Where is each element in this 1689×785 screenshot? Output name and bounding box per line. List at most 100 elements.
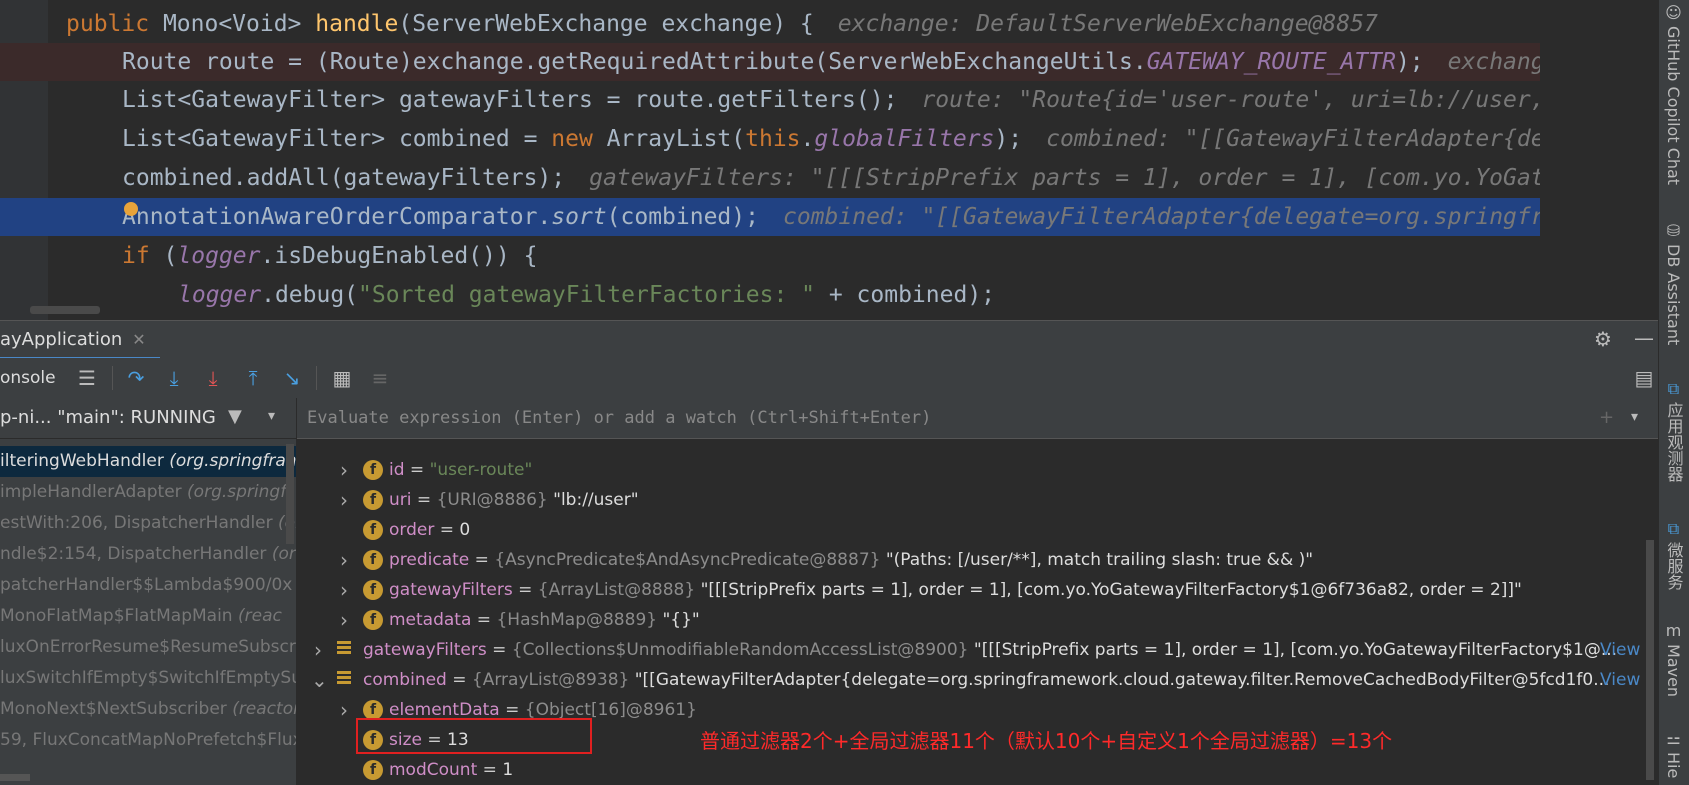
variable-row[interactable]: › gatewayFilters = {Collections$Unmodifia…: [297, 635, 1658, 665]
code-line[interactable]: logger.debug("Sorted gatewayFilterFactor…: [0, 276, 1540, 314]
run-to-cursor-icon[interactable]: ↘: [280, 366, 304, 390]
code-line[interactable]: Route route = (Route)exchange.getRequire…: [0, 43, 1540, 81]
gear-icon[interactable]: ⚙: [1594, 327, 1612, 351]
code-token: .: [800, 126, 815, 152]
inline-debug-value: exchange: DefaultServerWebExchange@8857: [837, 11, 1378, 37]
variable-type: {Collections$UnmodifiableRandomAccessLis…: [511, 640, 969, 660]
step-over-icon[interactable]: ↷: [124, 366, 148, 390]
code-token: ArrayList(: [606, 126, 746, 152]
frames-panel: p-ni... "main": RUNNING ▼ ▾ ilteringWebH…: [0, 398, 297, 785]
tool-tab-copilot[interactable]: ☺ GitHub Copilot Chat: [1658, 3, 1689, 186]
copilot-icon: ☺: [1665, 3, 1682, 22]
variable-type: {AsyncPredicate$AndAsyncPredicate@8887}: [494, 550, 881, 570]
step-into-icon[interactable]: ⤓: [162, 366, 186, 390]
tab-application[interactable]: ayApplication ✕: [0, 321, 160, 360]
code-line[interactable]: if (logger.isDebugEnabled()) {: [0, 237, 1540, 275]
tool-tab-maven[interactable]: m Maven: [1658, 621, 1689, 698]
force-step-into-icon[interactable]: ⤓: [201, 366, 225, 390]
minimize-icon[interactable]: —: [1634, 326, 1654, 350]
tab-console[interactable]: onsole: [0, 358, 56, 398]
tool-tab-app-observer[interactable]: ⧉ 应用观测器: [1658, 380, 1689, 483]
variables-scrollbar[interactable]: [1646, 540, 1654, 780]
inline-debug-value: combined: "[[GatewayFilterAdapter{delega…: [1046, 126, 1540, 152]
code-line[interactable]: public Mono<Void> handle(ServerWebExchan…: [0, 5, 1540, 43]
frames-scrollbar[interactable]: [286, 444, 294, 544]
trace-stream-icon[interactable]: ≡: [368, 366, 392, 390]
code-token: AnnotationAwareOrderComparator.: [122, 204, 552, 230]
step-out-icon[interactable]: ⤒: [241, 366, 265, 390]
code-token: );: [994, 126, 1023, 152]
list-variable-icon: [337, 641, 351, 658]
variable-value: "{}": [662, 610, 700, 630]
variable-row[interactable]: ⌄ combined = {ArrayList@8938} "[[GatewayF…: [297, 665, 1658, 695]
inline-debug-value: route: "Route{id='user-route', uri=lb://…: [921, 87, 1540, 113]
code-token: logger: [177, 243, 261, 269]
filter-icon[interactable]: ▼: [228, 406, 242, 427]
variable-row[interactable]: f modCount = 1: [297, 755, 1658, 785]
code-token: handle: [315, 11, 399, 37]
variable-row[interactable]: › f metadata = {HashMap@8889} "{}": [297, 605, 1658, 635]
variable-name: modCount: [389, 760, 478, 780]
layout-icon[interactable]: ☰: [75, 366, 99, 390]
code-token: );: [1395, 49, 1424, 75]
code-token: + combined);: [815, 282, 996, 308]
stack-frame[interactable]: ndle$2:154, DispatcherHandler (org: [0, 539, 296, 570]
code-token: if: [122, 243, 164, 269]
stack-frame[interactable]: MonoNext$NextSubscriber (reactor: [0, 694, 296, 725]
chevron-right-icon[interactable]: ›: [337, 575, 351, 605]
frames-horizontal-scrollbar[interactable]: [0, 774, 30, 781]
stack-frame[interactable]: ilteringWebHandler (org.springfran: [0, 446, 296, 477]
variable-row[interactable]: › f uri = {URI@8886} "lb://user": [297, 485, 1658, 515]
watch-history-icon[interactable]: ▾: [1631, 409, 1638, 425]
variable-row[interactable]: › f predicate = {AsyncPredicate$AndAsyncPr…: [297, 545, 1658, 575]
stack-frame[interactable]: 59, FluxConcatMapNoPrefetch$Flux: [0, 725, 296, 756]
editor-horizontal-scrollbar[interactable]: [30, 306, 100, 314]
chevron-right-icon[interactable]: ›: [337, 605, 351, 635]
stack-frame[interactable]: impleHandlerAdapter (org.springfr: [0, 477, 296, 508]
chevron-right-icon[interactable]: ›: [337, 485, 351, 515]
list-variable-icon: [337, 671, 351, 688]
code-line[interactable]: combined.addAll(gatewayFilters); gatewayF…: [0, 159, 1540, 197]
hierarchy-icon: ⚍: [1666, 729, 1681, 748]
tool-tab-db-assistant[interactable]: ⛁ DB Assistant: [1658, 222, 1689, 346]
variable-type: {ArrayList@8938}: [471, 670, 630, 690]
close-icon[interactable]: ✕: [132, 330, 145, 349]
watch-expression-input[interactable]: [307, 404, 1587, 432]
chevron-right-icon[interactable]: ›: [337, 695, 351, 725]
view-link[interactable]: View: [1600, 635, 1640, 665]
variable-row[interactable]: f order = 0: [297, 515, 1658, 545]
tool-tab-microservice[interactable]: ⧉ 微服务: [1658, 519, 1689, 591]
field-icon: f: [363, 460, 383, 480]
stack-frame[interactable]: luxOnErrorResume$ResumeSubscr: [0, 632, 296, 663]
stack-frame[interactable]: luxSwitchIfEmpty$SwitchIfEmptySu: [0, 663, 296, 694]
chevron-right-icon[interactable]: ›: [337, 545, 351, 575]
stack-frame[interactable]: estWith:206, DispatcherHandler (or: [0, 508, 296, 539]
maven-icon: m: [1665, 621, 1682, 640]
stack-frame[interactable]: patcherHandler$$Lambda$900/0x: [0, 570, 296, 601]
chevron-right-icon[interactable]: ›: [311, 635, 325, 665]
stack-frame[interactable]: MonoFlatMap$FlatMapMain (reac: [0, 601, 296, 632]
layout-settings-icon[interactable]: ▤: [1632, 366, 1656, 390]
code-line[interactable]: List<GatewayFilter> gatewayFilters = rou…: [0, 81, 1540, 119]
code-token: logger: [178, 282, 262, 308]
breakpoint-icon[interactable]: [124, 202, 138, 216]
chevron-right-icon[interactable]: ›: [337, 455, 351, 485]
variable-row[interactable]: › f gatewayFilters = {ArrayList@8888} "[[[…: [297, 575, 1658, 605]
evaluate-expression-icon[interactable]: ▦: [330, 366, 354, 390]
chevron-down-icon[interactable]: ▾: [268, 408, 275, 424]
thread-selector[interactable]: p-ni... "main": RUNNING ▼ ▾: [0, 398, 296, 439]
variable-type: {URI@8886}: [436, 490, 548, 510]
code-editor[interactable]: public Mono<Void> handle(ServerWebExchan…: [0, 0, 1540, 320]
chevron-down-icon[interactable]: ⌄: [311, 665, 328, 695]
view-link[interactable]: View: [1600, 665, 1640, 695]
stack-frame-name: MonoFlatMap$FlatMapMain: [0, 606, 233, 626]
code-line[interactable]: List<GatewayFilter> combined = new Array…: [0, 120, 1540, 158]
variable-type: {ArrayList@8888}: [537, 580, 696, 600]
variable-row[interactable]: › f id = "user-route": [297, 455, 1658, 485]
code-line[interactable]: AnnotationAwareOrderComparator.sort(comb…: [0, 198, 1540, 236]
microservice-icon: ⧉: [1667, 519, 1680, 538]
tool-tab-hierarchy[interactable]: ⚍ Hie: [1658, 729, 1689, 779]
variable-name: combined: [363, 670, 447, 690]
add-watch-icon[interactable]: +: [1599, 407, 1614, 428]
code-token: List<GatewayFilter> combined =: [122, 126, 552, 152]
